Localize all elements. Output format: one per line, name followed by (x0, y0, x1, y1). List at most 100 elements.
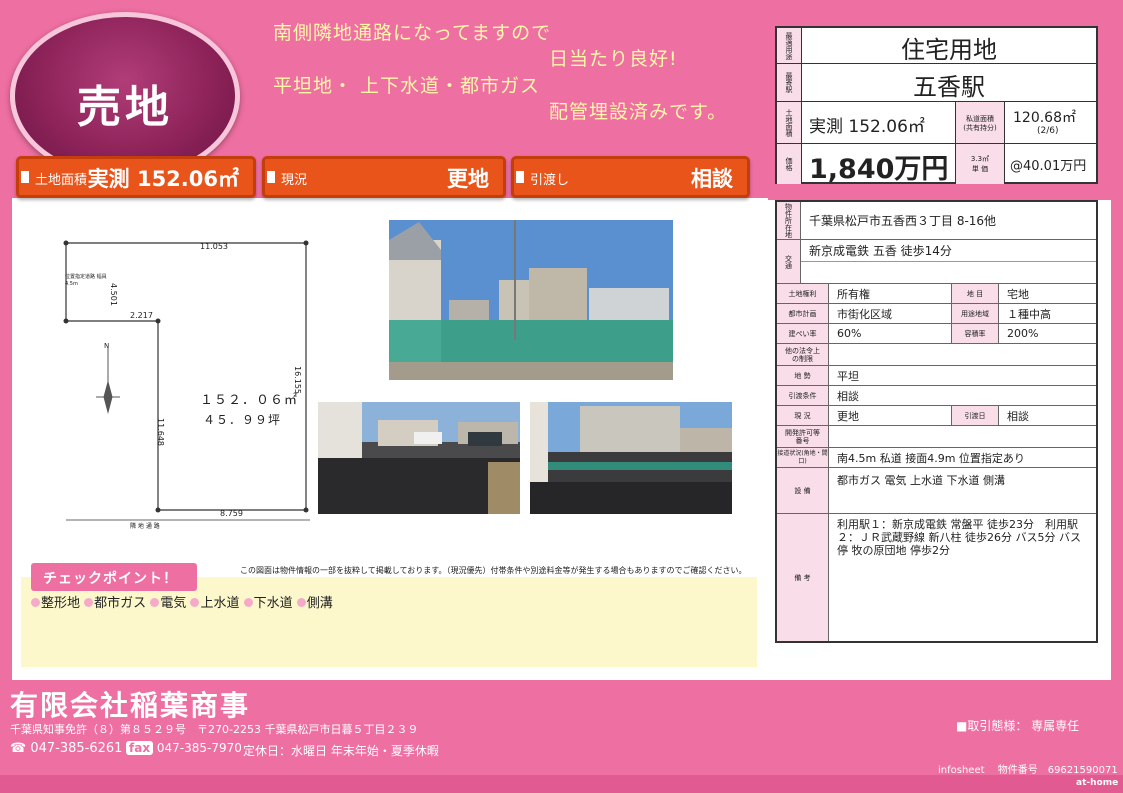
row-coverage: 建ぺい率 60% 容積率 200% (777, 324, 1096, 344)
private-road-share: (2/6) (1037, 126, 1059, 136)
remarks-value: 利用駅１：新京成電鉄 常盤平 徒歩23分 利用駅２：ＪＲ武蔵野線 新八柱 徒歩2… (837, 518, 1081, 557)
photo-lot-left-image (318, 402, 520, 514)
unit-price-label-2: 単 価 (971, 165, 989, 173)
private-road-label-share: (共有持分) (963, 124, 997, 132)
row-traffic: 交通 新京成電鉄 五香 徒歩14分 (777, 240, 1096, 284)
summary-label: 引渡し (530, 173, 570, 188)
info-label: 最適用途 (777, 28, 802, 63)
row-rights: 土地権利 所有権 地 目 宅地 (777, 284, 1096, 304)
row-other-law: 他の法令上の制限 (777, 344, 1096, 366)
info-label: 最寄駅 (777, 64, 802, 101)
terrain-label: 地 勢 (777, 366, 829, 385)
dev-permit-label: 開発許可等番号 (777, 426, 829, 447)
info-area-value: 実測 152.06㎡ (809, 117, 925, 137)
checkpoint-item: 電気 (160, 596, 187, 611)
far-label: 容積率 (951, 324, 999, 343)
headline-line-2: 日当たり良好! (549, 48, 678, 70)
unit-price-value: @40.01万円 (1010, 159, 1087, 174)
dim-top: 11.053 (200, 242, 228, 251)
facilities-value: 都市ガス 電気 上水道 下水道 側溝 (837, 474, 1005, 487)
traffic-value: 新京成電鉄 五香 徒歩14分 (801, 240, 1096, 262)
address-value: 千葉県松戸市五香西３丁目 8-16他 (809, 214, 997, 228)
dim-bottom: 8.759 (220, 509, 243, 518)
summary-value: 更地 (447, 167, 489, 191)
summary-label: 現況 (281, 173, 308, 188)
bullet-dot-icon (296, 598, 306, 607)
summary-bar-handover: 引渡し 相談 (511, 156, 750, 198)
checkpoint-item: 整形地 (41, 596, 81, 611)
dim-left: 11.648 (156, 418, 165, 446)
chimoku-value: 宅地 (1007, 287, 1029, 301)
info-row-area: 土地面積 実測 152.06㎡ 私道面積 (共有持分) 120.68㎡ (2/6… (777, 102, 1096, 144)
info-label: 価格 (777, 144, 802, 184)
info-station-value: 五香駅 (913, 73, 985, 101)
company-license: 千葉県知事免許（８）第８５２９号 〒270-2253 千葉県松戸市日暮５丁目２３… (10, 723, 419, 736)
footer-strip (0, 775, 1123, 793)
checkpoint-item: 下水道 (253, 596, 293, 611)
right-border (1111, 200, 1123, 680)
photo-lot-left (318, 402, 520, 514)
dim-mid: 2.217 (130, 311, 153, 320)
other-law-label: 他の法令上の制限 (777, 344, 829, 365)
summary-bar-area: 土地面積 実測 152.06㎡ (16, 156, 256, 198)
coverage-label: 建ぺい率 (777, 324, 829, 343)
photo-lot-right-image (530, 402, 732, 514)
checkpoint-item: 側溝 (306, 596, 333, 611)
row-conditions: 引渡条件 相談 (777, 386, 1096, 406)
road-label: 隣 地 通 路 (130, 523, 160, 530)
tel-number: 047-385-6261 (30, 741, 123, 756)
sale-badge: 売地 (10, 12, 240, 180)
row-city-plan: 都市計画 市街化区域 用途地域 １種中高 (777, 304, 1096, 324)
north-label: N (104, 342, 110, 350)
checkpoint-title: チェックポイント！ (43, 571, 178, 587)
unit-price-label-cell: 3.3㎡ 単 価 (955, 144, 1005, 184)
terrain-value: 平坦 (837, 369, 859, 383)
zoning-label: 用途地域 (951, 304, 999, 323)
price-info-box: 最適用途 住宅用地 最寄駅 五香駅 土地面積 実測 152.06㎡ 私道面積 (… (775, 26, 1098, 185)
conditions-label: 引渡条件 (777, 386, 829, 405)
property-number: infosheet 物件番号 69621590071 (938, 765, 1118, 776)
info-row-station: 最寄駅 五香駅 (777, 64, 1096, 102)
summary-bar-status: 現況 更地 (262, 156, 506, 198)
rights-value: 所有権 (837, 287, 870, 301)
photo-street-image (389, 220, 673, 380)
row-address: 物件所在地 千葉県松戸市五香西３丁目 8-16他 (777, 202, 1096, 240)
summary-label: 土地面積 (35, 173, 88, 188)
info-label: 土地面積 (777, 102, 802, 143)
conditions-value: 相談 (837, 389, 859, 403)
row-terrain: 地 勢 平坦 (777, 366, 1096, 386)
info-row-type: 最適用途 住宅用地 (777, 28, 1096, 64)
north-arrow-icon (96, 348, 120, 414)
private-road-label-cell: 私道面積 (共有持分) (955, 102, 1005, 143)
checkpoint-tag: チェックポイント！ (31, 563, 197, 591)
disclaimer-note: この図面は物件情報の一部を抜粋して掲載しております。（現況優先）付帯条件や別途料… (240, 566, 747, 575)
current-value: 更地 (837, 409, 859, 423)
fax-icon: fax (126, 741, 154, 755)
chimoku-label: 地 目 (951, 284, 999, 303)
company-fax: fax 047-385-7970 (126, 741, 242, 755)
traffic-label: 交通 (777, 240, 801, 283)
brand-logo: at-home (1076, 778, 1119, 788)
bar-marker (267, 171, 275, 183)
private-road-value: 120.68㎡ (1013, 110, 1076, 126)
company-name: 有限会社稲葉商事 (10, 689, 251, 722)
rights-label: 土地権利 (777, 284, 829, 303)
checkpoint-list: 整形地 都市ガス 電気 上水道 下水道 側溝 (31, 592, 333, 611)
fax-number: 047-385-7970 (156, 741, 242, 755)
road-label: 接道状況(角地・間口) (777, 448, 829, 467)
company-holiday: 定休日：水曜日 年末年始・夏季休暇 (243, 744, 439, 758)
company-tel: ☎ 047-385-6261 (10, 741, 122, 756)
bullet-dot-icon (190, 598, 200, 607)
road-note: 位置指定道路 幅員4.5m (65, 274, 107, 287)
facilities-label: 設 備 (777, 468, 829, 513)
handover-value: 相談 (1007, 409, 1029, 423)
current-label: 現 況 (777, 406, 829, 425)
info-type-value: 住宅用地 (901, 36, 997, 64)
bar-marker (21, 171, 29, 183)
coverage-value: 60% (837, 327, 862, 340)
checkpoint-item: 上水道 (200, 596, 240, 611)
summary-value: 実測 152.06㎡ (87, 167, 239, 191)
bullet-dot-icon (243, 598, 253, 607)
row-dev-permit: 開発許可等番号 (777, 426, 1096, 448)
property-detail-table: 物件所在地 千葉県松戸市五香西３丁目 8-16他 交通 新京成電鉄 五香 徒歩1… (775, 200, 1098, 643)
